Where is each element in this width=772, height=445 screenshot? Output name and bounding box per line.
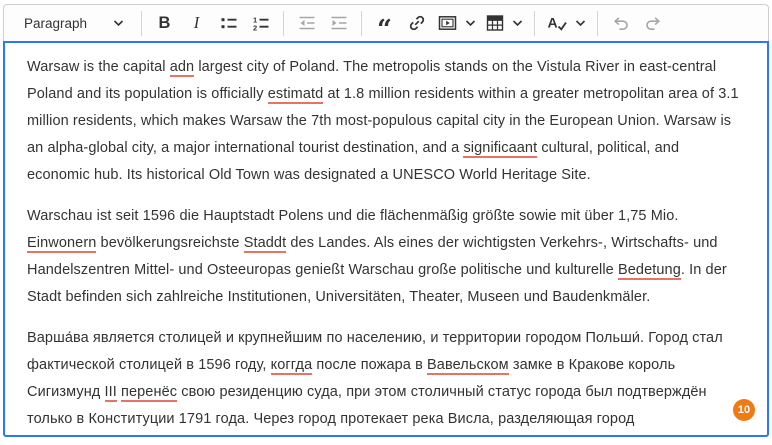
block-quote-button[interactable]: “ bbox=[369, 9, 400, 37]
indent-button[interactable] bbox=[323, 9, 354, 37]
chevron-down-icon bbox=[575, 19, 586, 27]
bulleted-list-button[interactable] bbox=[213, 9, 244, 37]
redo-icon bbox=[643, 13, 663, 33]
media-embed-icon bbox=[437, 13, 458, 33]
text-run: после пожара в bbox=[312, 357, 427, 373]
misspelled-word[interactable]: Bedetung bbox=[618, 262, 681, 280]
outdent-icon bbox=[297, 13, 317, 33]
misspelled-word[interactable]: III bbox=[105, 384, 117, 402]
numbered-list-icon: 12 bbox=[251, 13, 271, 33]
toolbar-separator bbox=[534, 11, 535, 36]
link-button[interactable] bbox=[401, 9, 432, 37]
editor-toolbar: Paragraph B I 12 “ A bbox=[3, 4, 769, 41]
misspelled-word[interactable]: Staddt bbox=[244, 235, 287, 253]
text-run: bevölkerungsreichste bbox=[96, 235, 243, 251]
bold-button[interactable]: B bbox=[149, 9, 180, 37]
table-icon bbox=[485, 13, 505, 33]
chevron-down-icon bbox=[465, 19, 476, 27]
chevron-down-icon bbox=[512, 19, 523, 27]
link-icon bbox=[407, 13, 427, 33]
insert-table-button[interactable] bbox=[481, 9, 527, 37]
italic-icon: I bbox=[194, 13, 200, 33]
redo-button[interactable] bbox=[637, 9, 668, 37]
quote-icon: “ bbox=[377, 19, 392, 27]
heading-dropdown[interactable]: Paragraph bbox=[12, 9, 134, 37]
misspelled-word[interactable]: коггда bbox=[271, 357, 313, 375]
misspelled-word[interactable]: adn bbox=[170, 59, 195, 77]
bulleted-list-icon bbox=[219, 13, 239, 33]
toolbar-separator bbox=[597, 11, 598, 36]
svg-text:2: 2 bbox=[253, 24, 257, 33]
toolbar-separator bbox=[283, 11, 284, 36]
text-run: Warschau ist seit 1596 die Hauptstadt Po… bbox=[27, 208, 679, 224]
misspelled-word[interactable]: Вавельском bbox=[427, 357, 509, 375]
spell-check-button[interactable]: A bbox=[542, 9, 590, 37]
heading-dropdown-label: Paragraph bbox=[24, 16, 87, 31]
paragraph: Варша́ва является столицей и крупнейшим … bbox=[27, 325, 745, 437]
toolbar-separator bbox=[361, 11, 362, 36]
chevron-down-icon bbox=[113, 19, 124, 27]
media-embed-button[interactable] bbox=[433, 9, 480, 37]
spellcheck-issues-badge[interactable]: 10 bbox=[733, 399, 755, 421]
numbered-list-button[interactable]: 12 bbox=[245, 9, 276, 37]
toolbar-separator bbox=[141, 11, 142, 36]
italic-button[interactable]: I bbox=[181, 9, 212, 37]
misspelled-word[interactable]: перенёс bbox=[121, 384, 177, 402]
misspelled-word[interactable]: Einwonern bbox=[27, 235, 96, 253]
paragraph: Warsaw is the capital adn largest city o… bbox=[27, 54, 745, 189]
misspelled-word[interactable]: estimatd bbox=[268, 86, 324, 104]
spell-check-icon: A bbox=[546, 13, 568, 33]
misspelled-word[interactable]: significaant bbox=[463, 140, 537, 158]
undo-icon bbox=[611, 13, 631, 33]
undo-button[interactable] bbox=[605, 9, 636, 37]
paragraph: Warschau ist seit 1596 die Hauptstadt Po… bbox=[27, 203, 745, 311]
indent-icon bbox=[329, 13, 349, 33]
bold-icon: B bbox=[159, 14, 171, 33]
svg-text:A: A bbox=[548, 15, 558, 31]
text-run: Warsaw is the capital bbox=[27, 59, 170, 75]
outdent-button[interactable] bbox=[291, 9, 322, 37]
editor-content-area[interactable]: Warsaw is the capital adn largest city o… bbox=[3, 41, 769, 437]
rich-text-editor: Paragraph B I 12 “ A Warsaw is the capital ad… bbox=[3, 4, 769, 437]
